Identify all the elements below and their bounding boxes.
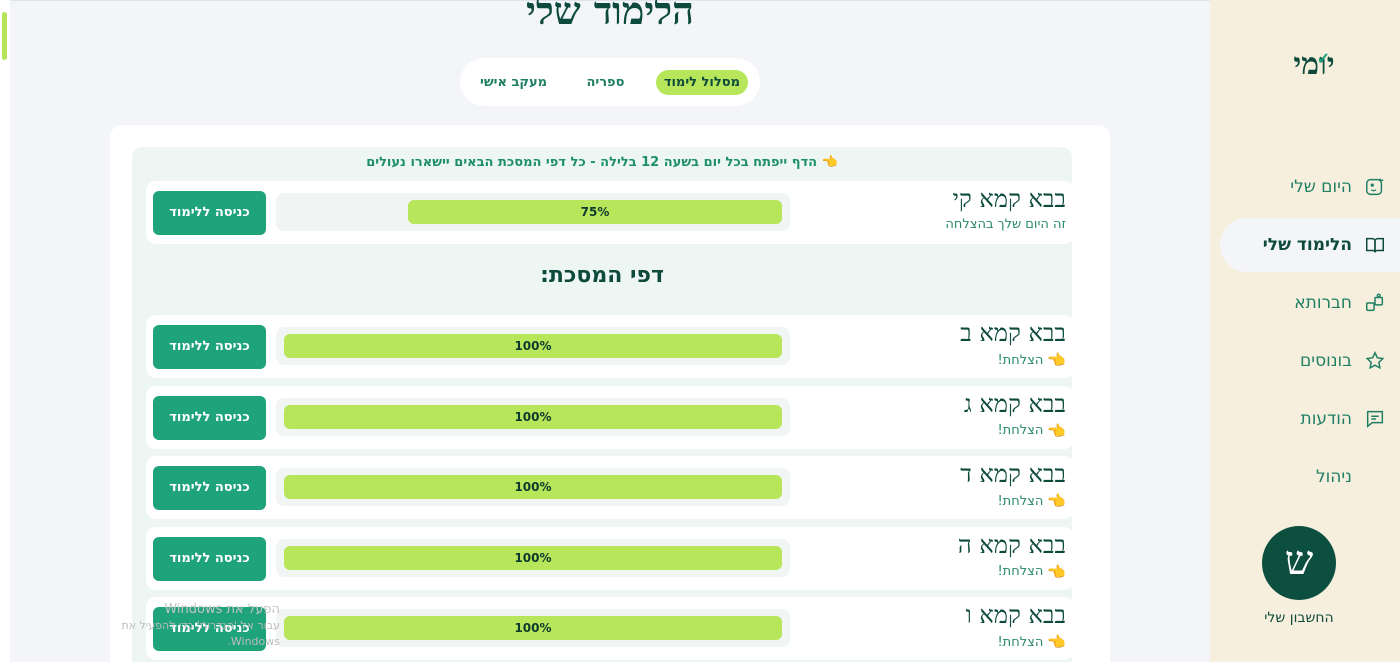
chat-icon (1364, 408, 1386, 430)
page-row: בבא קמא ג הצלחת! 👈 100% כניסה ללימוד (146, 385, 1074, 449)
windows-activation-watermark: הפעל את Windows עבור אל 'הגדרות' כדי להפ… (121, 602, 280, 648)
sidebar: יומי ✓ היום שלי הלימוד שלי חברותא בונוסי… (1210, 0, 1400, 662)
tab-learning-track[interactable]: מסלול לימוד (655, 69, 748, 95)
sidebar-item-label: ניהול (1315, 467, 1352, 487)
sidebar-item-my-learning[interactable]: הלימוד שלי (1220, 218, 1400, 272)
puzzle-icon (1364, 292, 1386, 314)
scrollbar[interactable] (0, 0, 10, 662)
page-row-subtitle: הצלחת! 👈 (997, 492, 1066, 510)
enter-learning-button[interactable]: כניסה ללימוד (153, 395, 266, 440)
pointing-hand-icon: 👈 (1047, 633, 1066, 651)
sidebar-item-label: היום שלי (1290, 177, 1352, 197)
pointing-hand-icon: 👈 (1047, 421, 1066, 440)
page-row-title: בבא קמא קי (952, 185, 1066, 213)
progress-track: 100% (276, 538, 790, 577)
enter-learning-button[interactable]: כניסה ללימוד (153, 536, 266, 581)
page-row-title: בבא קמא ה (957, 530, 1066, 559)
sidebar-item-chavruta[interactable]: חברותא (1210, 276, 1400, 330)
progress-track: 100% (276, 327, 790, 365)
enter-learning-button[interactable]: כניסה ללימוד (153, 325, 266, 369)
sidebar-item-label: בונוסים (1299, 351, 1352, 371)
progress-fill: 100% (284, 475, 782, 499)
progress-fill: 75% (408, 200, 782, 224)
notice-text: הדף ייפתח בכל יום בשעה 12 בלילה - כל דפי… (366, 155, 818, 170)
tab-bar: מסלול לימוד ספריה מעקב אישי (460, 58, 760, 106)
enter-learning-button[interactable]: כניסה ללימוד (153, 466, 266, 510)
page-row-subtitle: זה היום שלך בהצלחה (945, 217, 1066, 232)
page-row: בבא קמא ב הצלחת! 👈 100% כניסה ללימוד (146, 315, 1074, 378)
enter-learning-button[interactable]: כניסה ללימוד (153, 191, 266, 235)
progress-fill: 100% (284, 616, 782, 640)
page-row-subtitle: הצלחת! 👈 (997, 351, 1066, 369)
sidebar-item-bonuses[interactable]: בונוסים (1210, 334, 1400, 388)
sidebar-item-label: חברותא (1294, 293, 1352, 313)
sidebar-item-messages[interactable]: הודעות (1210, 392, 1400, 446)
progress-fill: 100% (284, 545, 782, 570)
progress-fill: 100% (284, 404, 782, 429)
learning-panel: 👈 הדף ייפתח בכל יום בשעה 12 בלילה - כל ד… (132, 147, 1074, 662)
page-row-subtitle: הצלחת! 👈 (997, 421, 1066, 440)
face-icon (1364, 176, 1386, 198)
pointing-hand-icon: 👈 (1047, 492, 1066, 510)
pointing-hand-icon: 👈 (821, 155, 838, 170)
section-heading: דפי המסכת: (540, 263, 664, 288)
pointing-hand-icon: 👈 (1047, 351, 1066, 369)
logo[interactable]: יומי ✓ (1284, 42, 1344, 88)
page-row-subtitle: הצלחת! 👈 (997, 633, 1066, 651)
sidebar-item-admin[interactable]: ניהול (1210, 450, 1400, 504)
page-row-title: בבא קמא ג (963, 389, 1066, 418)
page-row: בבא קמא ו הצלחת! 👈 100% כניסה ללימוד (146, 597, 1074, 660)
progress-track: 100% (276, 397, 790, 436)
progress-track: 75% (276, 193, 790, 231)
sidebar-item-label: הודעות (1300, 409, 1352, 429)
page-row-subtitle: הצלחת! 👈 (997, 562, 1066, 581)
book-icon (1364, 234, 1386, 256)
page-title: הלימוד שלי (526, 0, 694, 33)
current-page-row: בבא קמא קי זה היום שלך בהצלחה 75% כניסה … (146, 181, 1074, 244)
page-row-title: בבא קמא ב (960, 319, 1066, 347)
page-row-title: בבא קמא ו (965, 601, 1066, 629)
progress-track: 100% (276, 609, 790, 647)
progress-track: 100% (276, 468, 790, 506)
page-row: בבא קמא ד הצלחת! 👈 100% כניסה ללימוד (146, 456, 1074, 519)
page-row: בבא קמא ה הצלחת! 👈 100% כניסה ללימוד (146, 526, 1074, 590)
scrollbar-thumb[interactable] (2, 12, 7, 60)
tab-library[interactable]: ספריה (578, 70, 632, 95)
main-card: 👈 הדף ייפתח בכל יום בשעה 12 בלילה - כל ד… (110, 125, 1110, 662)
tab-personal-tracking[interactable]: מעקב אישי (472, 70, 555, 95)
check-icon: ✓ (1316, 49, 1330, 68)
star-icon (1364, 350, 1386, 372)
account-label[interactable]: החשבון שלי (1246, 610, 1352, 626)
sidebar-item-my-day[interactable]: היום שלי (1210, 160, 1400, 214)
pointing-hand-icon: 👈 (1047, 562, 1066, 581)
sidebar-item-label: הלימוד שלי (1262, 235, 1352, 255)
page-row-title: בבא קמא ד (960, 460, 1066, 488)
avatar[interactable]: ש (1262, 526, 1336, 600)
notice: 👈 הדף ייפתח בכל יום בשעה 12 בלילה - כל ד… (132, 155, 1072, 170)
progress-fill: 100% (284, 334, 782, 358)
